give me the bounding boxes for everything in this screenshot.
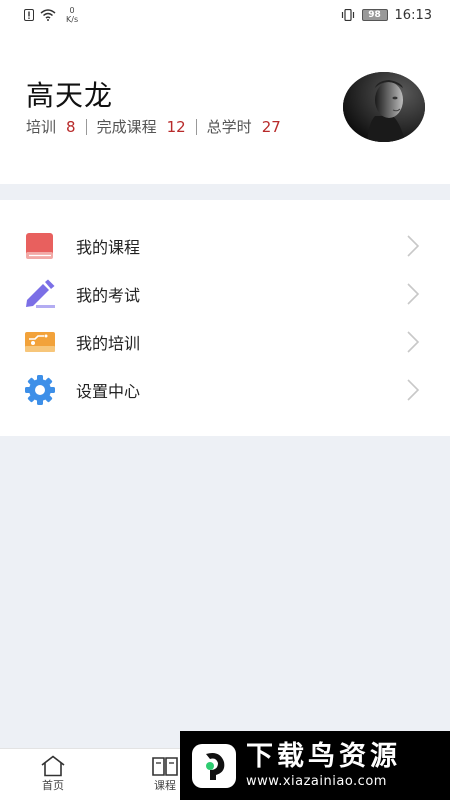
nav-courses-label: 课程 (154, 779, 176, 792)
nav-item-home[interactable]: 首页 (40, 755, 66, 793)
nav-item-courses[interactable]: 课程 (152, 755, 178, 793)
stat-divider (85, 118, 87, 135)
net-speed: 0 K/s (66, 6, 78, 24)
menu-item-label: 设置中心 (76, 382, 141, 401)
training-icon (24, 326, 56, 358)
menu-item-label: 我的培训 (76, 334, 141, 353)
stat-courses-label: 完成课程 (96, 118, 157, 136)
book-open-icon (152, 757, 178, 776)
chevron-right-icon (407, 235, 420, 257)
chevron-right-icon (407, 379, 420, 401)
battery-indicator: 98 (361, 9, 388, 21)
avatar-photo (343, 72, 425, 142)
gear-icon (24, 374, 56, 406)
stats-row: 培训 8 完成课程 12 总学时 27 (26, 116, 281, 137)
stat-hours-label: 总学时 (206, 118, 252, 136)
status-bar: 0 K/s 98 16:13 (0, 0, 450, 30)
alert-icon (24, 9, 34, 21)
watermark-banner: 下载鸟资源 www.xiazainiao.com (180, 731, 450, 800)
pencil-icon (24, 278, 56, 310)
menu-item-my-training[interactable]: 我的培训 (0, 318, 450, 366)
book-icon (24, 230, 56, 262)
stat-training-value: 8 (66, 117, 76, 136)
avatar[interactable] (343, 72, 425, 142)
menu-item-my-exams[interactable]: 我的考试 (0, 270, 450, 318)
watermark-logo-icon (192, 743, 236, 788)
watermark-title: 下载鸟资源 (246, 740, 401, 772)
chevron-right-icon (407, 283, 420, 305)
net-speed-unit: K/s (66, 15, 79, 24)
wifi-icon (40, 9, 56, 21)
menu-item-settings[interactable]: 设置中心 (0, 366, 450, 414)
home-icon (41, 755, 65, 777)
status-right: 98 16:13 (341, 8, 432, 23)
user-name: 高天龙 (26, 79, 114, 112)
menu-item-label: 我的考试 (76, 286, 141, 305)
status-left: 0 K/s (24, 6, 78, 24)
watermark-text: 下载鸟资源 www.xiazainiao.com (246, 741, 401, 791)
menu-list: 我的课程 我的考试 我的培训 设置中心 (0, 200, 450, 436)
stat-divider (195, 118, 197, 135)
menu-item-my-courses[interactable]: 我的课程 (0, 222, 450, 270)
stat-courses-value: 12 (166, 117, 186, 136)
stat-training-label: 培训 (26, 118, 57, 136)
stat-hours-value: 27 (261, 117, 281, 136)
vibrate-icon (341, 9, 354, 21)
profile-header: 高天龙 培训 8 完成课程 12 总学时 27 (0, 30, 450, 184)
net-speed-value: 0 (69, 6, 75, 15)
watermark-url: www.xiazainiao.com (246, 773, 387, 789)
chevron-right-icon (407, 331, 420, 353)
menu-item-label: 我的课程 (76, 238, 141, 257)
clock: 16:13 (394, 7, 432, 23)
nav-home-label: 首页 (42, 779, 64, 792)
